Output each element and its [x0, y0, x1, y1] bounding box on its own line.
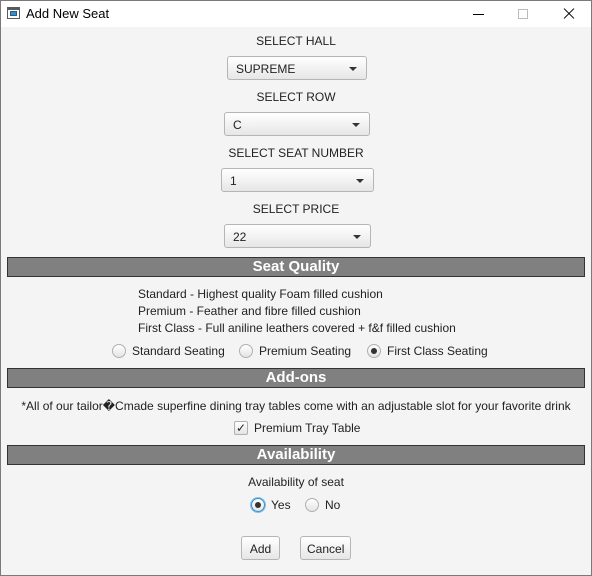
window-title: Add New Seat [26, 6, 110, 21]
add-ons-heading: Add-ons [7, 368, 585, 388]
quality-description-premium: Premium - Feather and fibre filled cushi… [138, 304, 361, 318]
chevron-down-icon [352, 123, 360, 127]
premium-tray-table-label: Premium Tray Table [254, 421, 361, 435]
select-seat-number-label: SELECT SEAT NUMBER [228, 146, 364, 160]
radio-indicator [305, 498, 319, 512]
select-hall-label: SELECT HALL [256, 34, 336, 48]
premium-tray-table-checkbox[interactable]: ✓ Premium Tray Table [234, 421, 360, 435]
first-class-seating-radio[interactable]: First Class Seating [367, 344, 488, 358]
chevron-down-icon [353, 235, 361, 239]
select-price-label: SELECT PRICE [252, 202, 340, 216]
minimize-button[interactable] [456, 1, 502, 27]
add-new-seat-window: Add New Seat SELECT HALL SUPREME SELECT … [0, 0, 592, 576]
add-button[interactable]: Add [241, 536, 280, 560]
availability-no-radio[interactable]: No [305, 498, 340, 512]
chevron-down-icon [356, 179, 364, 183]
price-select-value: 22 [233, 230, 247, 244]
quality-description-standard: Standard - Highest quality Foam filled c… [138, 287, 383, 301]
app-icon [7, 7, 20, 19]
row-select[interactable]: C [224, 112, 370, 136]
maximize-button[interactable] [500, 1, 546, 27]
availability-yes-radio[interactable]: Yes [251, 498, 291, 512]
seat-quality-heading: Seat Quality [7, 257, 585, 277]
first-class-seating-label: First Class Seating [387, 344, 488, 358]
minimize-icon [473, 14, 484, 15]
select-row-label: SELECT ROW [256, 90, 336, 104]
hall-select-value: SUPREME [236, 62, 296, 76]
premium-seating-radio[interactable]: Premium Seating [239, 344, 351, 358]
availability-yes-label: Yes [271, 498, 291, 512]
seat-number-select-value: 1 [230, 174, 237, 188]
add-ons-note: *All of our tailor�Cmade superfine dinin… [21, 399, 571, 413]
availability-heading: Availability [7, 445, 585, 465]
premium-seating-label: Premium Seating [259, 344, 352, 358]
standard-seating-label: Standard Seating [132, 344, 225, 358]
radio-indicator [112, 344, 126, 358]
availability-no-label: No [325, 498, 341, 512]
radio-indicator [239, 344, 253, 358]
seat-number-select[interactable]: 1 [221, 168, 374, 192]
radio-indicator-selected [251, 498, 265, 512]
standard-seating-radio[interactable]: Standard Seating [112, 344, 225, 358]
chevron-down-icon [349, 67, 357, 71]
title-bar: Add New Seat [1, 1, 591, 27]
price-select[interactable]: 22 [224, 224, 371, 248]
quality-description-first-class: First Class - Full aniline leathers cove… [138, 321, 456, 335]
radio-indicator-selected [367, 344, 381, 358]
cancel-button[interactable]: Cancel [300, 536, 351, 560]
maximize-icon [518, 9, 528, 19]
availability-label: Availability of seat [248, 475, 344, 489]
close-button[interactable] [546, 1, 592, 27]
checkmark-icon: ✓ [234, 421, 248, 435]
row-select-value: C [233, 118, 242, 132]
hall-select[interactable]: SUPREME [227, 56, 367, 80]
